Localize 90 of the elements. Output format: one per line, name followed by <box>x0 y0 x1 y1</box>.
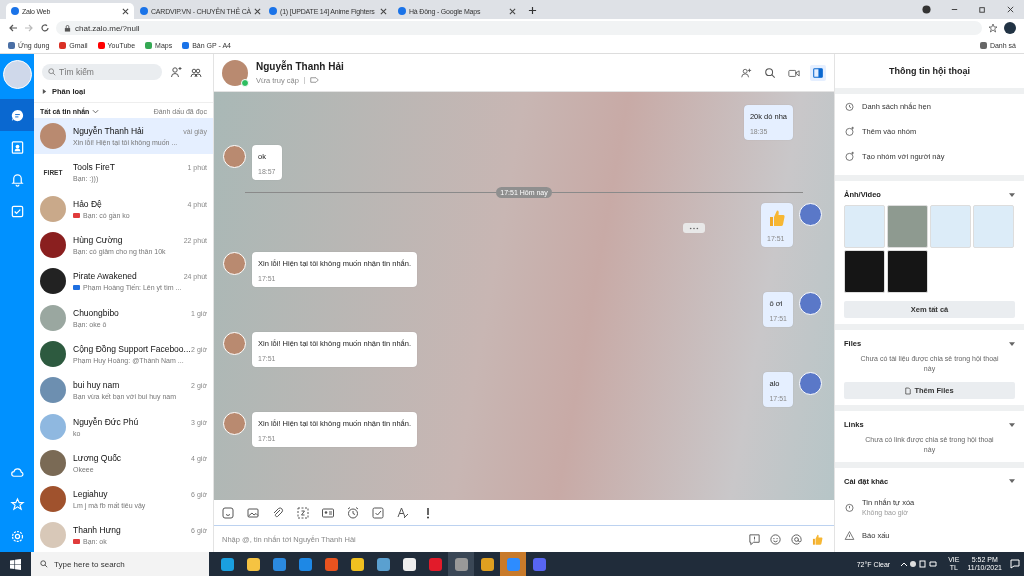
panel-title: Thông tin hội thoại <box>835 54 1024 94</box>
avatar-placeholder <box>223 145 246 168</box>
new-tab-icon[interactable] <box>528 6 537 15</box>
checkbox-icon[interactable] <box>371 505 385 520</box>
caret-icon[interactable] <box>1009 479 1015 484</box>
address-field[interactable]: chat.zalo.me/?null <box>56 21 982 35</box>
avatar-placeholder <box>222 59 248 86</box>
mention-icon[interactable] <box>790 532 803 546</box>
avatar-placeholder <box>799 292 822 315</box>
restore-icon[interactable] <box>978 5 987 14</box>
contact-name: Hảo Đệ <box>73 198 102 209</box>
avatar-placeholder <box>40 304 66 331</box>
image-thumbnail[interactable] <box>887 250 928 293</box>
avatar-placeholder <box>40 522 66 549</box>
thumbs-up-icon[interactable] <box>811 532 824 546</box>
reload-icon[interactable] <box>40 23 50 33</box>
avatar-placeholder <box>40 268 66 295</box>
chevron-icon <box>92 109 100 114</box>
taskbar-search-field[interactable]: Type here to search <box>31 552 209 576</box>
avatar-placeholder <box>223 252 246 275</box>
chat-title: Nguyễn Thanh Hải <box>256 60 344 72</box>
caret-icon[interactable] <box>1009 192 1015 197</box>
timer-icon <box>844 501 855 513</box>
user-avatar[interactable] <box>2 60 32 89</box>
contact-name: Lương Quốc <box>73 452 122 463</box>
quick-reply-icon[interactable] <box>748 532 761 546</box>
profile-icon[interactable] <box>922 5 931 14</box>
search-icon <box>48 68 56 76</box>
alarm-clock-icon[interactable] <box>346 505 360 520</box>
contact-name: Nguyễn Đức Phú <box>73 416 139 427</box>
favicon-icon <box>269 7 277 15</box>
avatar-placeholder <box>40 413 66 440</box>
search-icon <box>40 560 48 568</box>
side-panel-icon[interactable] <box>810 64 826 81</box>
avatar-placeholder <box>40 486 66 513</box>
contact-name: Tools FireT <box>73 162 116 173</box>
lock-icon <box>64 24 71 32</box>
avatar-placeholder <box>223 332 246 355</box>
more-icon <box>689 226 699 230</box>
caret-icon <box>42 89 47 94</box>
chat-bubble-icon[interactable] <box>0 99 34 131</box>
favicon-icon <box>140 7 148 15</box>
avatar-placeholder <box>40 340 66 367</box>
add-friend-icon[interactable] <box>170 66 182 78</box>
contact-name: Thanh Hưng <box>73 525 121 536</box>
contact-name: Cộng Đồng Support Faceboo... <box>73 343 191 354</box>
avatar-placeholder <box>799 203 822 226</box>
close-icon[interactable] <box>380 7 387 15</box>
warning-icon <box>844 529 855 541</box>
image-thumbnail[interactable] <box>844 250 885 293</box>
contact-name: bui huy nam <box>73 380 120 391</box>
account-avatar[interactable] <box>1004 22 1016 34</box>
image-thumbnail[interactable] <box>930 205 971 248</box>
paperclip-icon[interactable] <box>271 505 285 520</box>
contact-name: Hùng Cường <box>73 235 123 246</box>
close-icon[interactable] <box>122 7 129 15</box>
image-icon[interactable] <box>246 505 260 520</box>
sticker-icon[interactable] <box>221 505 235 520</box>
avatar-placeholder <box>40 449 66 476</box>
favicon-icon <box>11 7 19 15</box>
close-icon[interactable] <box>509 7 516 15</box>
contact-card-icon[interactable] <box>321 505 335 520</box>
image-thumbnail[interactable] <box>887 205 928 248</box>
image-thumbnail[interactable] <box>844 205 885 248</box>
online-dot-icon <box>241 78 249 87</box>
star-icon[interactable] <box>988 23 998 33</box>
avatar-placeholder <box>223 412 246 435</box>
file-icon <box>905 386 912 395</box>
thumbs-up-icon <box>767 208 787 228</box>
contact-name: Legiahuy <box>73 489 108 500</box>
favicon-icon <box>398 7 406 15</box>
alarm-clock-icon <box>844 101 855 112</box>
avatar-placeholder <box>799 372 822 395</box>
avatar-placeholder <box>40 195 66 222</box>
avatar-placeholder <box>40 123 66 150</box>
emoji-icon[interactable] <box>769 532 782 546</box>
close-icon[interactable] <box>253 7 261 15</box>
screenshot-icon[interactable] <box>296 505 310 520</box>
text-format-icon[interactable] <box>396 505 410 520</box>
caret-icon[interactable] <box>1009 422 1015 427</box>
contact-name: Chuongbibo <box>73 307 119 318</box>
contact-name: Pirate Awakened <box>73 271 137 282</box>
back-icon[interactable] <box>8 23 18 33</box>
contact-name: Nguyễn Thanh Hải <box>73 126 144 137</box>
image-thumbnail[interactable] <box>973 205 1014 248</box>
avatar-placeholder <box>40 232 66 259</box>
avatar-placeholder <box>40 377 66 404</box>
close-icon[interactable] <box>1006 5 1015 14</box>
search-field[interactable]: Tìm kiếm <box>42 64 162 80</box>
caret-icon[interactable] <box>1009 341 1015 346</box>
